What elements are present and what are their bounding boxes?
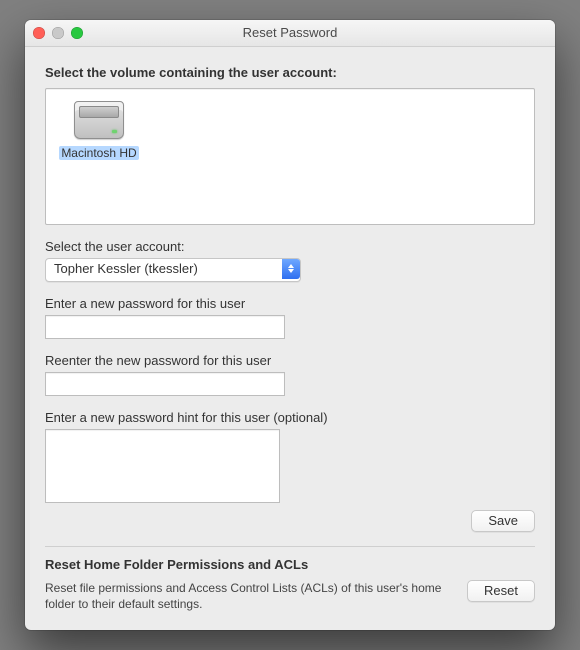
user-account-selected: Topher Kessler (tkessler)	[45, 258, 301, 282]
new-password-label: Enter a new password for this user	[45, 296, 535, 311]
acls-heading: Reset Home Folder Permissions and ACLs	[45, 557, 535, 572]
user-account-select[interactable]: Topher Kessler (tkessler)	[45, 258, 301, 282]
password-hint-label: Enter a new password hint for this user …	[45, 410, 535, 425]
window-content: Select the volume containing the user ac…	[25, 47, 555, 630]
reset-button[interactable]: Reset	[467, 580, 535, 602]
divider	[45, 546, 535, 547]
maximize-window-button[interactable]	[71, 27, 83, 39]
window-title: Reset Password	[243, 25, 338, 40]
volume-list: Macintosh HD	[45, 88, 535, 225]
minimize-window-button	[52, 27, 64, 39]
window-controls	[33, 27, 83, 39]
volume-item[interactable]: Macintosh HD	[56, 101, 142, 160]
hard-disk-icon	[74, 101, 124, 139]
titlebar[interactable]: Reset Password	[25, 20, 555, 47]
reset-password-window: Reset Password Select the volume contain…	[25, 20, 555, 630]
save-button[interactable]: Save	[471, 510, 535, 532]
select-volume-heading: Select the volume containing the user ac…	[45, 65, 535, 80]
acls-description: Reset file permissions and Access Contro…	[45, 580, 453, 612]
volume-label: Macintosh HD	[59, 146, 138, 160]
chevron-up-down-icon	[282, 259, 300, 279]
select-account-label: Select the user account:	[45, 239, 535, 254]
new-password-input[interactable]	[45, 315, 285, 339]
close-window-button[interactable]	[33, 27, 45, 39]
confirm-password-label: Reenter the new password for this user	[45, 353, 535, 368]
password-hint-input[interactable]	[45, 429, 280, 503]
confirm-password-input[interactable]	[45, 372, 285, 396]
